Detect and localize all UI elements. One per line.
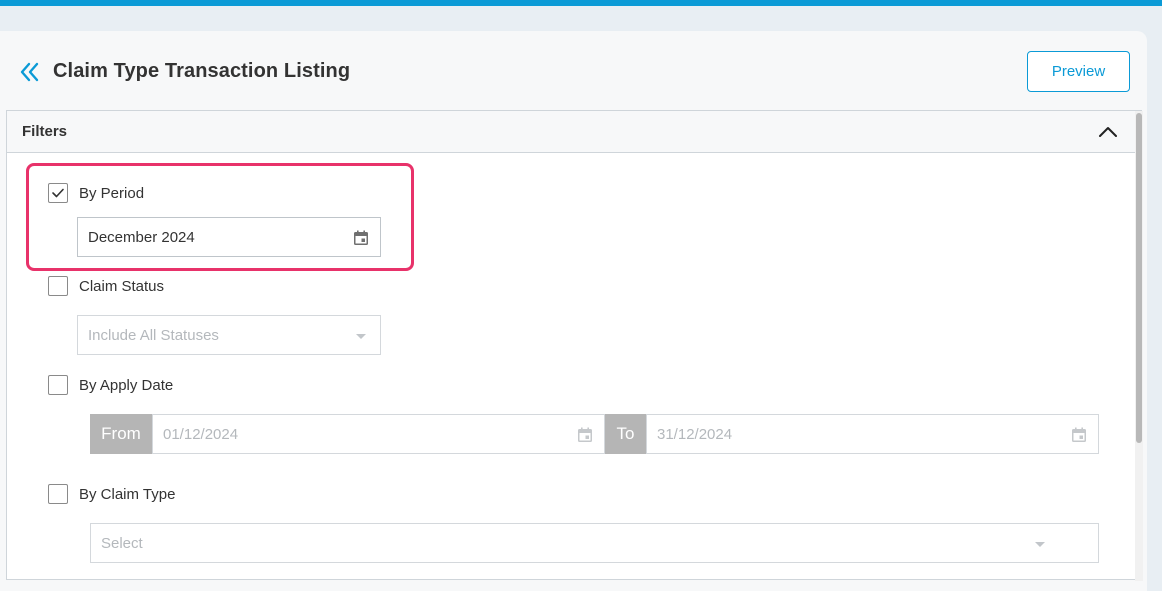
by-apply-date-checkbox[interactable] xyxy=(48,375,68,395)
calendar-icon[interactable] xyxy=(576,426,594,444)
chevron-down-icon xyxy=(1035,542,1045,547)
top-accent-bar xyxy=(0,0,1162,6)
page-title: Claim Type Transaction Listing xyxy=(53,60,351,82)
from-addon: From xyxy=(90,414,152,454)
back-chevrons-icon[interactable] xyxy=(18,58,42,86)
by-apply-date-label: By Apply Date xyxy=(79,377,174,394)
scrollbar[interactable] xyxy=(1135,111,1143,581)
apply-date-to-input[interactable]: 31/12/2024 xyxy=(646,414,1099,454)
to-addon: To xyxy=(605,414,646,454)
filters-title: Filters xyxy=(22,123,68,140)
claim-type-placeholder: Select xyxy=(101,534,143,552)
apply-date-from-value: 01/12/2024 xyxy=(163,425,239,443)
claim-status-label: Claim Status xyxy=(79,278,165,295)
preview-button[interactable]: Preview xyxy=(1027,51,1130,92)
calendar-icon[interactable] xyxy=(1070,426,1088,444)
by-claim-type-label: By Claim Type xyxy=(79,486,176,503)
filters-panel-header[interactable]: Filters xyxy=(7,111,1135,153)
chevron-down-icon xyxy=(356,334,366,339)
claim-status-dropdown[interactable]: Include All Statuses xyxy=(77,315,381,355)
claim-status-checkbox[interactable] xyxy=(48,276,68,296)
claim-status-placeholder: Include All Statuses xyxy=(88,326,219,344)
chevron-up-icon[interactable] xyxy=(1097,123,1119,141)
by-claim-type-checkbox[interactable] xyxy=(48,484,68,504)
apply-date-from-input[interactable]: 01/12/2024 xyxy=(152,414,605,454)
scrollbar-thumb[interactable] xyxy=(1136,113,1142,443)
apply-date-to-value: 31/12/2024 xyxy=(657,425,733,443)
highlight-box xyxy=(26,163,414,271)
claim-type-dropdown[interactable]: Select xyxy=(90,523,1099,563)
